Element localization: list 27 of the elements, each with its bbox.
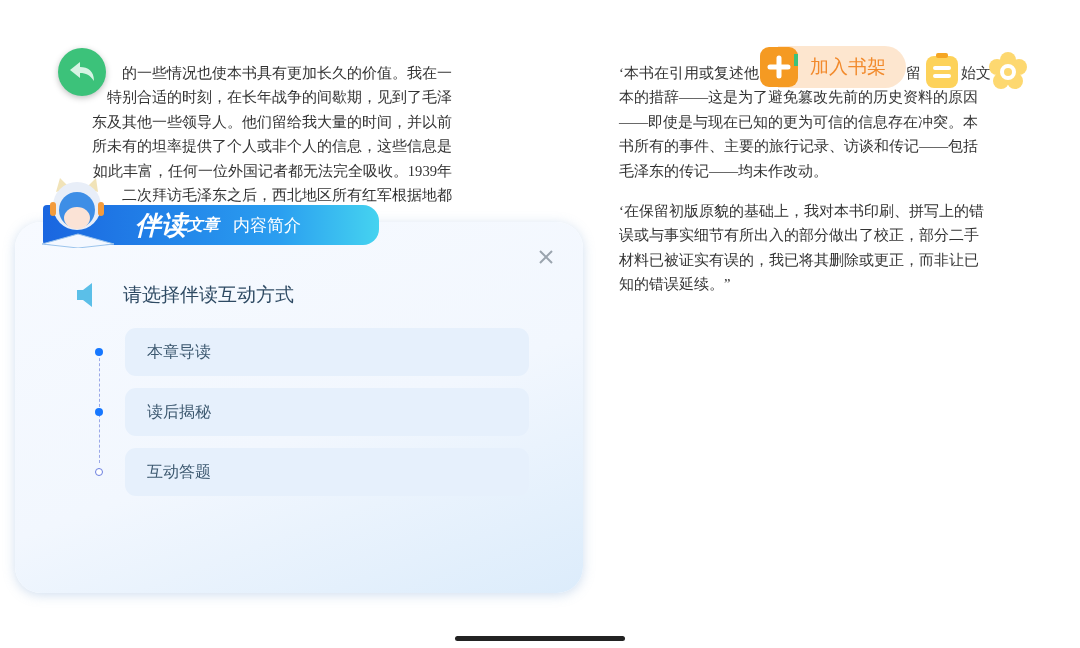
back-arrow-icon <box>68 61 96 83</box>
text-line: 二次拜访毛泽东之后，西北地区所有红军根据地都 <box>122 185 452 205</box>
speaker-icon <box>75 282 93 308</box>
option-button[interactable]: 互动答题 <box>125 448 529 496</box>
option-button[interactable]: 读后揭秘 <box>125 388 529 436</box>
text-line: 所未有的坦率提供了个人或非个人的信息，这些信息是 <box>92 137 452 157</box>
banner-subtitle: 内容简介 <box>233 213 301 237</box>
text-line: 书所有的事件、主要的旅行记录、访谈和传记——包括 <box>619 137 979 157</box>
text-line: 特别合适的时刻，在长年战争的间歇期，见到了毛泽 <box>107 88 452 108</box>
text-line: 材料已被证实有误的，我已将其删除或更正，而非让已 <box>619 250 979 270</box>
prompt-title: 请选择伴读互动方式 <box>123 282 294 307</box>
option-button[interactable]: 本章导读 <box>125 328 529 376</box>
text-line: 知的错误延续。” <box>619 275 731 295</box>
text-line: 毛泽东的传记——均未作改动。 <box>619 161 829 181</box>
text-line: 本的措辞——这是为了避免篡改先前的历史资料的原因 <box>619 88 979 108</box>
settings-icon <box>988 52 1028 92</box>
text-line: 留 <box>906 64 921 83</box>
text-line: 东及其他一些领导人。他们留给我大量的时间，并以前 <box>92 112 452 132</box>
back-button[interactable] <box>58 48 106 96</box>
text-line: 误或与事实细节有所出入的部分做出了校正，部分二手 <box>619 226 979 246</box>
text-line: 如此丰富，任何一位外国记者都无法完全吸收。1939年 <box>92 161 452 181</box>
text-line: ‘本书在引用或复述他 <box>619 64 759 83</box>
text-line: 的一些情况也使本书具有更加长久的价值。我在一 <box>122 64 452 83</box>
text-line: ‘在保留初版原貌的基础上，我对本书印刷、拼写上的错 <box>619 201 984 221</box>
menu-icon <box>924 52 960 90</box>
text-line: 始文 <box>961 64 991 83</box>
text-line: ——即使是与现在已知的更为可信的信息存在冲突。本 <box>619 112 979 132</box>
